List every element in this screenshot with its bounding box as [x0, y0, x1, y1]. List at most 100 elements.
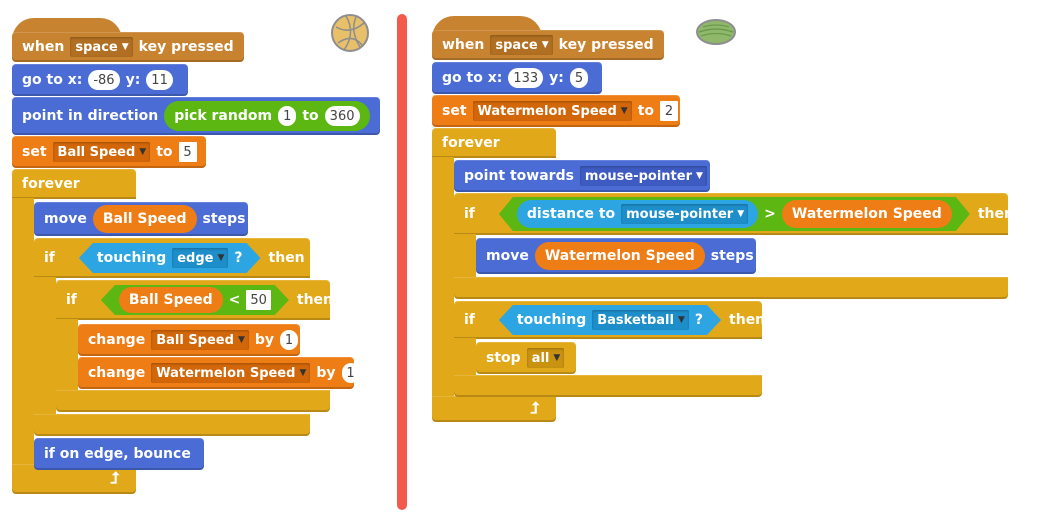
move-steps-block[interactable]: move Watermelon Speed steps [476, 238, 756, 274]
reporter-label: Ball Speed [102, 211, 187, 227]
when-key-pressed-block[interactable]: when space ▼ key pressed [12, 32, 244, 62]
compare-value-input[interactable]: 50 [246, 290, 271, 310]
dropdown-arrow-icon: ▼ [553, 353, 561, 363]
change-ball-speed-block[interactable]: change Ball Speed ▼ by 1 [78, 324, 300, 356]
touching-label: touching [516, 312, 587, 328]
point-direction-label: point in direction [22, 108, 159, 124]
forever-label: forever [22, 176, 80, 192]
point-in-direction-block[interactable]: point in direction pick random 1 to 360 [12, 97, 380, 135]
change-label: change [88, 332, 146, 348]
x-input[interactable]: 133 [508, 68, 544, 88]
question-label: ? [234, 250, 243, 266]
key-dropdown[interactable]: space ▼ [70, 37, 133, 57]
go-to-xy-block[interactable]: go to x: 133 y: 5 [432, 62, 602, 94]
set-variable-block[interactable]: set Ball Speed ▼ to 5 [12, 136, 206, 168]
change-value-input[interactable]: 1 [341, 363, 360, 383]
variable-dropdown[interactable]: Ball Speed ▼ [151, 330, 249, 350]
dropdown-arrow-icon: ▼ [696, 171, 703, 181]
stop-block[interactable]: stop all ▼ [476, 342, 576, 374]
if-touching-footer [34, 414, 310, 436]
forever-block[interactable]: forever [12, 169, 136, 199]
if-on-edge-bounce-block[interactable]: if on edge, bounce [34, 438, 204, 470]
forever-block[interactable]: forever [432, 128, 556, 158]
to-label: to [637, 103, 654, 119]
move-steps-block[interactable]: move Ball Speed steps [34, 202, 248, 236]
distance-target-dropdown[interactable]: mouse-pointer ▼ [621, 204, 748, 224]
watermelon-icon [696, 19, 736, 45]
ball-speed-reporter[interactable]: Ball Speed [92, 205, 197, 233]
move-label: move [486, 248, 529, 264]
if-touching-block[interactable]: if touching edge ▼ ? then [34, 238, 310, 278]
when-key-pressed-block[interactable]: when space ▼ key pressed [432, 30, 664, 60]
if-label: if [66, 292, 77, 308]
variable-dropdown[interactable]: Watermelon Speed ▼ [151, 363, 311, 383]
ball-speed-reporter[interactable]: Ball Speed [119, 287, 223, 313]
key-dropdown[interactable]: space ▼ [490, 35, 553, 55]
distance-to-label: distance to [526, 206, 616, 222]
if-compare-block[interactable]: if Ball Speed < 50 then [56, 280, 334, 320]
point-towards-block[interactable]: point towards mouse-pointer ▼ [454, 160, 710, 192]
stop-option-dropdown[interactable]: all ▼ [526, 348, 565, 368]
y-input[interactable]: 5 [569, 68, 589, 88]
touching-target-value: Basketball [597, 312, 674, 328]
touching-target-dropdown[interactable]: Basketball ▼ [592, 310, 689, 330]
if-touching-arm [454, 338, 476, 376]
then-label: then [977, 206, 1014, 222]
touching-predicate[interactable]: touching Basketball ▼ ? [499, 305, 721, 335]
less-than-predicate[interactable]: Ball Speed < 50 [101, 285, 289, 315]
basketball-icon [331, 14, 369, 52]
stop-option-value: all [531, 350, 550, 366]
set-label: set [442, 103, 467, 119]
change-watermelon-speed-block[interactable]: change Watermelon Speed ▼ by 1 [78, 357, 360, 389]
then-label: then [296, 292, 334, 308]
pick-random-reporter[interactable]: pick random 1 to 360 [164, 101, 370, 131]
question-label: ? [694, 312, 704, 328]
reporter-label: Watermelon Speed [791, 206, 942, 222]
variable-dropdown[interactable]: Watermelon Speed ▼ [472, 101, 632, 121]
if-touching-footer [454, 375, 762, 397]
variable-value: Ball Speed [156, 332, 234, 348]
set-value-input[interactable]: 2 [660, 101, 678, 121]
change-value-input[interactable]: 1 [280, 330, 299, 350]
greater-than-predicate[interactable]: distance to mouse-pointer ▼ > Watermelon … [499, 197, 970, 231]
x-input[interactable]: -86 [88, 70, 120, 90]
set-value-input[interactable]: 5 [178, 142, 197, 162]
when-label: when [22, 39, 65, 55]
dropdown-arrow-icon: ▼ [620, 106, 628, 116]
if-touching-block[interactable]: if touching Basketball ▼ ? then [454, 301, 765, 339]
if-compare-footer [56, 390, 330, 412]
go-to-xy-block[interactable]: go to x: -86 y: 11 [12, 64, 188, 96]
y-label: y: [125, 72, 141, 88]
random-to-input[interactable]: 360 [324, 106, 360, 126]
variable-value: Ball Speed [57, 144, 136, 160]
y-input[interactable]: 11 [146, 70, 173, 90]
touching-predicate[interactable]: touching edge ▼ ? [79, 243, 261, 273]
greater-than-label: > [764, 206, 776, 222]
loop-arrow-icon: ⮥ [110, 468, 120, 487]
less-than-label: < [228, 292, 241, 308]
when-label: when [442, 37, 485, 53]
key-pressed-label: key pressed [558, 37, 654, 53]
go-to-label: go to x: [442, 70, 503, 86]
loop-arrow-icon: ⮥ [530, 398, 540, 417]
watermelon-speed-reporter[interactable]: Watermelon Speed [534, 242, 705, 270]
touching-target-dropdown[interactable]: edge ▼ [172, 248, 228, 268]
point-target-dropdown[interactable]: mouse-pointer ▼ [579, 166, 707, 186]
dropdown-arrow-icon: ▼ [237, 335, 245, 345]
if-distance-block[interactable]: if distance to mouse-pointer ▼ > Watermel… [454, 193, 1014, 235]
set-variable-block[interactable]: set Watermelon Speed ▼ to 2 [432, 95, 680, 127]
dropdown-arrow-icon: ▼ [737, 209, 745, 219]
variable-dropdown[interactable]: Ball Speed ▼ [52, 142, 151, 162]
watermelon-speed-reporter[interactable]: Watermelon Speed [782, 200, 952, 228]
key-value: space [495, 37, 538, 53]
set-label: set [22, 144, 47, 160]
variable-value: Watermelon Speed [477, 103, 617, 119]
random-from-input[interactable]: 1 [278, 106, 297, 126]
distance-to-reporter[interactable]: distance to mouse-pointer ▼ [517, 200, 758, 228]
dropdown-arrow-icon: ▼ [217, 253, 225, 263]
to-label: to [302, 108, 319, 124]
reporter-label: Watermelon Speed [544, 248, 695, 264]
forever-footer: ⮥ [432, 396, 556, 422]
steps-label: steps [710, 248, 754, 264]
by-label: by [316, 365, 336, 381]
